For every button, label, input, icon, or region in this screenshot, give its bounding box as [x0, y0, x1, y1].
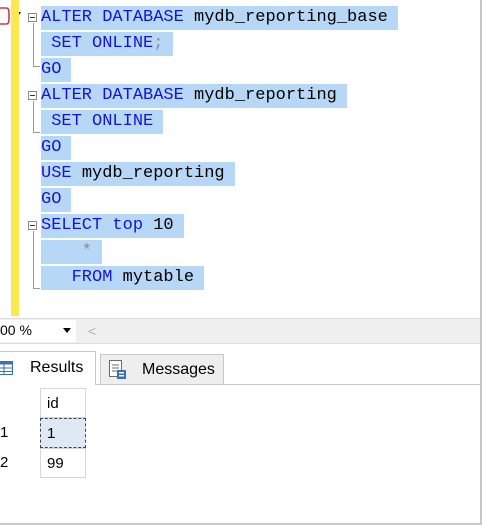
code-line[interactable]: USE mydb_reporting [41, 162, 235, 186]
code-line[interactable]: GO [41, 58, 72, 82]
change-tracking-bar [11, 0, 19, 316]
editor-status-bar: 00 % < [0, 318, 480, 344]
collapse-toggle-icon[interactable] [28, 221, 37, 230]
code-line[interactable]: FROM mytable [41, 266, 205, 290]
tab-messages[interactable]: Messages [100, 354, 224, 384]
row-header[interactable]: 1 [0, 418, 40, 448]
sql-keyword: GO [41, 60, 62, 79]
sql-keyword: GO [41, 138, 62, 157]
outline-line [33, 23, 34, 67]
code-line[interactable]: GO [41, 136, 72, 160]
row-number: 2 [0, 454, 9, 471]
sql-identifier: mydb_reporting [81, 164, 225, 183]
messages-icon [109, 360, 126, 379]
query-editor[interactable]: ALTER DATABASE mydb_reporting_base SET O… [0, 0, 480, 316]
grid-corner [0, 388, 40, 418]
tab-results[interactable]: Results [0, 351, 96, 385]
code-line[interactable]: SELECT top 10 [41, 214, 184, 238]
scroll-left-icon[interactable]: < [88, 323, 96, 339]
outline-tick [33, 66, 40, 67]
sql-keyword: top [112, 216, 154, 235]
sql-keyword: FROM [41, 268, 123, 287]
code-line[interactable]: SET ONLINE; [41, 32, 174, 56]
ssms-query-window: ALTER DATABASE mydb_reporting_base SET O… [0, 0, 482, 525]
breakpoint-icon[interactable] [0, 4, 10, 28]
sql-punctuation: * [41, 242, 93, 261]
row-number: 1 [0, 424, 9, 441]
outline-margin [27, 0, 41, 316]
table-cell[interactable]: 99 [40, 448, 86, 478]
code-line[interactable]: ALTER DATABASE mydb_reporting_base [41, 6, 398, 30]
outline-line [33, 231, 34, 289]
row-header[interactable]: 2 [0, 448, 40, 478]
sql-identifier: mytable [122, 268, 195, 287]
outline-line [33, 101, 34, 133]
code-line[interactable]: ALTER DATABASE mydb_reporting [41, 84, 347, 108]
sql-keyword: SET ONLINE [41, 34, 154, 53]
sql-keyword: SELECT [41, 216, 113, 235]
sql-keyword: SET ONLINE [41, 112, 154, 131]
collapse-toggle-icon[interactable] [28, 13, 37, 22]
sql-keyword: ALTER DATABASE [41, 8, 195, 27]
column-header-label: id [47, 395, 59, 412]
sql-keyword: GO [41, 190, 62, 209]
code-line[interactable]: GO [41, 188, 72, 212]
sql-identifier: mydb_reporting [194, 86, 337, 105]
chevron-down-icon[interactable] [63, 328, 71, 333]
cell-value: 99 [47, 455, 64, 472]
code-line[interactable]: SET ONLINE [41, 110, 164, 134]
table-cell-selected[interactable]: 1 [40, 418, 86, 448]
code-line[interactable]: * [41, 240, 103, 264]
column-header-id[interactable]: id [40, 388, 86, 418]
sql-punctuation: ; [153, 34, 164, 53]
cell-value: 1 [47, 425, 56, 442]
sql-keyword: ALTER DATABASE [41, 86, 195, 105]
collapse-toggle-icon[interactable] [28, 91, 37, 100]
sql-identifier: mydb_reporting_base [194, 8, 388, 27]
tab-messages-label: Messages [142, 361, 215, 378]
results-tabs: Results Messages [0, 346, 480, 385]
sql-identifier: 10 [153, 216, 174, 235]
zoom-level: 00 % [0, 322, 32, 338]
grid-icon [0, 361, 13, 375]
sql-keyword: USE [41, 164, 82, 183]
tab-results-label: Results [30, 359, 84, 376]
zoom-dropdown[interactable]: 00 % [0, 320, 76, 342]
outline-tick [33, 132, 40, 133]
outline-tick [33, 288, 40, 289]
